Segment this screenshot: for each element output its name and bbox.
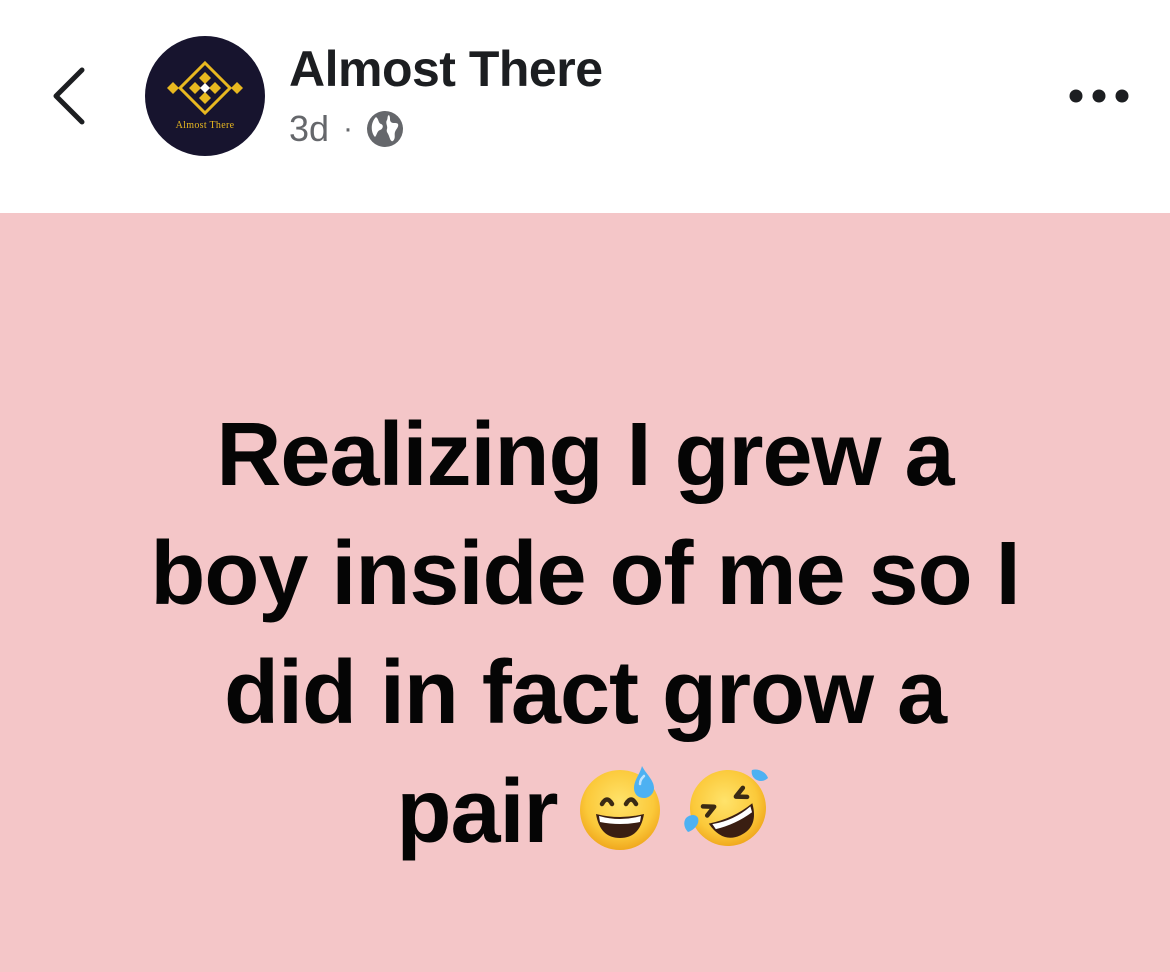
- meta-separator: ·: [343, 112, 354, 145]
- post-background[interactable]: Realizing I grew a boy inside of me so I…: [0, 213, 1170, 972]
- post-text-line: Realizing I grew a: [216, 405, 954, 505]
- rolling-on-floor-laughing-emoji: [682, 762, 774, 854]
- post-text: Realizing I grew a boy inside of me so I…: [60, 396, 1110, 872]
- post-header: Almost There Almost There 3d ·: [0, 0, 1170, 213]
- post-meta: 3d ·: [289, 106, 405, 152]
- more-options-button[interactable]: [1062, 78, 1136, 114]
- globe-icon[interactable]: [365, 109, 405, 149]
- post-text-line: did in fact grow a: [223, 643, 947, 743]
- post-text-line: boy inside of me so I: [150, 524, 1020, 624]
- back-button[interactable]: [40, 58, 100, 134]
- avatar[interactable]: Almost There: [145, 36, 265, 156]
- chevron-left-icon: [53, 67, 85, 125]
- ellipsis-icon: [1069, 89, 1129, 103]
- svg-text:Almost There: Almost There: [176, 120, 235, 131]
- almost-there-logo: Almost There: [167, 60, 243, 131]
- post-text-line-last: pair: [60, 753, 1110, 872]
- timestamp[interactable]: 3d: [289, 108, 329, 150]
- grinning-face-with-sweat-emoji: [574, 762, 666, 854]
- post-text-word: pair: [396, 762, 558, 862]
- author-name[interactable]: Almost There: [289, 40, 603, 98]
